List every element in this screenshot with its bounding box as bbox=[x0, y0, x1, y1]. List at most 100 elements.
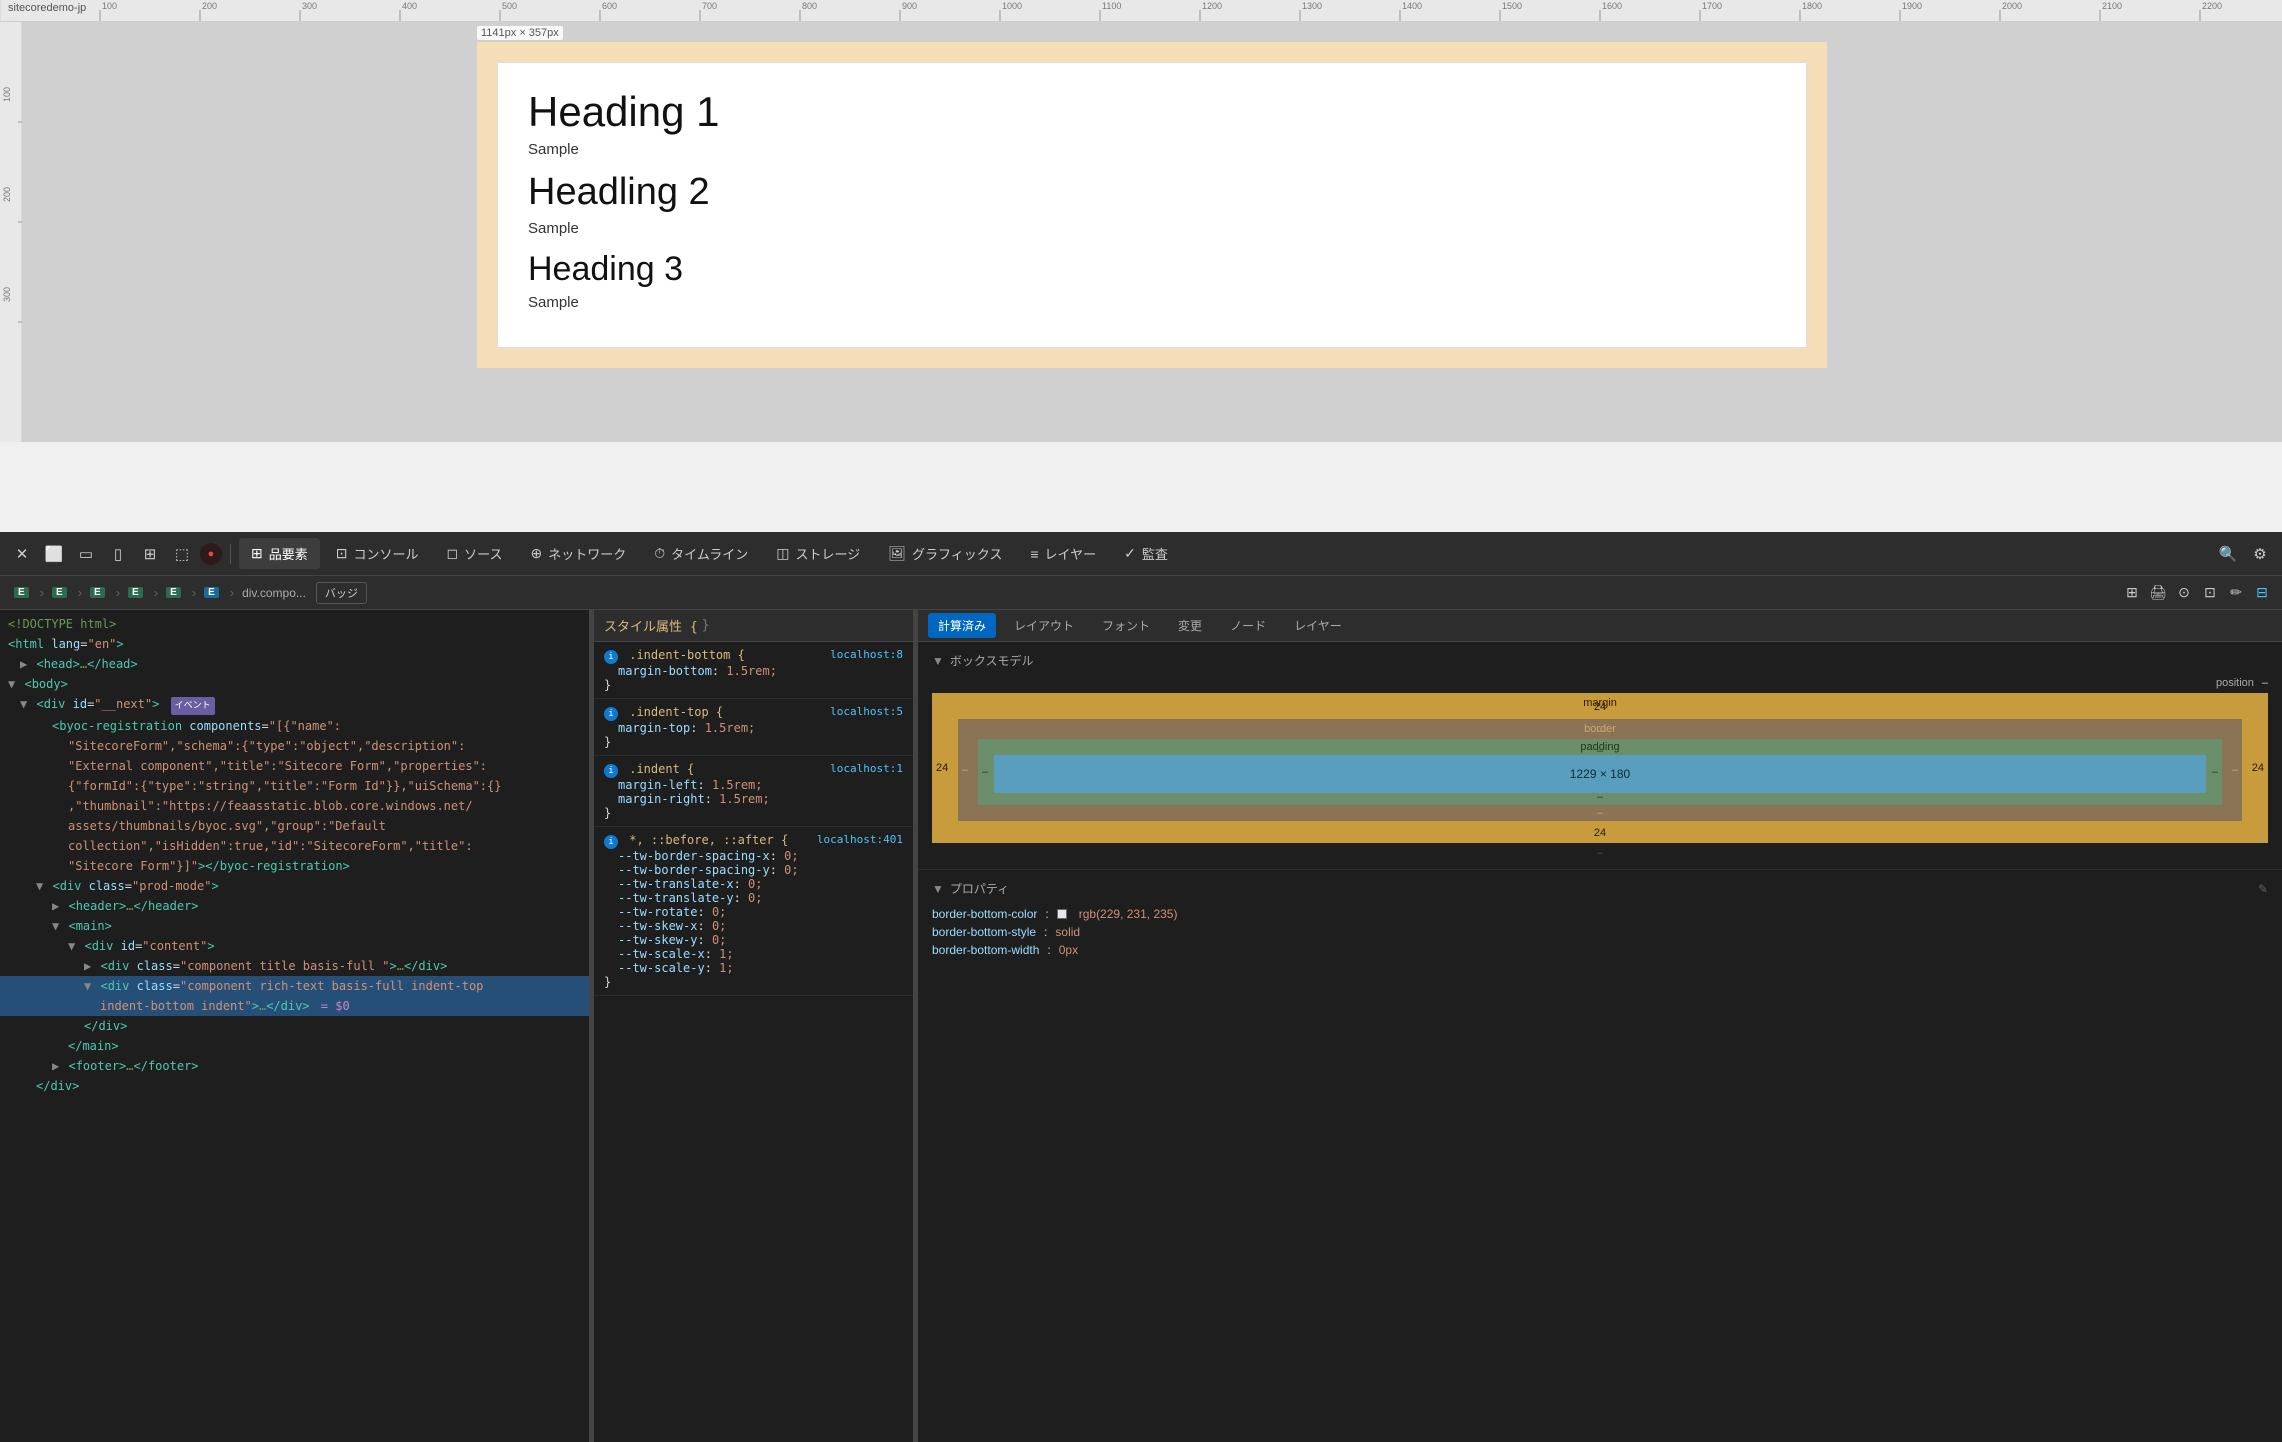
tab-storage[interactable]: ◫ ストレージ bbox=[764, 538, 872, 569]
tab-layers[interactable]: ≡ レイヤー bbox=[1018, 538, 1108, 569]
panel-html[interactable]: <!DOCTYPE html> <html lang="en"> ▶ <head… bbox=[0, 610, 590, 1442]
prop-value-3: 0px bbox=[1059, 943, 1078, 957]
css-selector-4: *, ::before, ::after { bbox=[629, 833, 788, 847]
tab-graphics-label: グラフィックス bbox=[912, 544, 1002, 563]
tab-computed[interactable]: 計算済み bbox=[928, 613, 996, 638]
prop-key-2: border-bottom-style bbox=[932, 925, 1036, 939]
bc-item-6[interactable]: E bbox=[198, 585, 228, 600]
html-line: "SitecoreForm","schema":{"type":"object"… bbox=[0, 736, 589, 756]
html-line: ▼ <div id="content"> bbox=[0, 936, 589, 956]
bc-expand-icon-btn[interactable]: ⊟ bbox=[2250, 581, 2274, 605]
css-source-2[interactable]: localhost:5 bbox=[830, 705, 903, 718]
tab-changes[interactable]: 変更 bbox=[1168, 613, 1212, 638]
panel-css[interactable]: スタイル属性 { } i .indent-bottom { localhost:… bbox=[594, 610, 914, 1442]
device-toggle-button[interactable]: ⊞ bbox=[136, 540, 164, 568]
box-model-label: ボックスモデル bbox=[950, 652, 1034, 669]
devtools-panel: ✕ ⬜ ▭ ▯ ⊞ ⬚ ● ⊞ 品要素 ⊡ コンソール ◻ ソース ⊕ ネットワ… bbox=[0, 532, 2282, 1442]
svg-text:800: 800 bbox=[802, 1, 817, 11]
bc-right-icons: ⊞ 🖨 ⊙ ⊡ ✏ ⊟ bbox=[2120, 581, 2274, 605]
css-info-icon-4: i bbox=[604, 835, 618, 849]
bc-item-1[interactable]: E bbox=[8, 585, 38, 600]
html-line: ▶ <header>…</header> bbox=[0, 896, 589, 916]
tab-sources[interactable]: ◻ ソース bbox=[435, 538, 515, 569]
html-line: "Sitecore Form"}]"></byoc-registration> bbox=[0, 856, 589, 876]
tab-audit[interactable]: ✓ 監査 bbox=[1112, 538, 1180, 569]
props-edit-icon[interactable]: ✎ bbox=[2258, 882, 2268, 896]
html-line: ▼ <body> bbox=[0, 674, 589, 694]
inspector-button[interactable]: ⬚ bbox=[168, 540, 196, 568]
prop-row-2: border-bottom-style : solid bbox=[932, 923, 2268, 941]
tab-fonts[interactable]: フォント bbox=[1092, 613, 1160, 638]
bc-badge-button[interactable]: バッジ bbox=[316, 582, 367, 604]
html-line-selected-2[interactable]: indent-bottom indent">…</div> = $0 bbox=[0, 996, 589, 1016]
padding-left-val: – bbox=[982, 766, 988, 778]
tab-console-label: コンソール bbox=[353, 544, 418, 563]
box-model-section: ▼ ボックスモデル position – margin 24 24 24 bbox=[918, 642, 2282, 870]
bc-item-2[interactable]: E bbox=[46, 585, 76, 600]
tab-layer[interactable]: レイヤー bbox=[1284, 613, 1352, 638]
prop-key-3: border-bottom-width bbox=[932, 943, 1039, 957]
panel-right: 計算済み レイアウト フォント 変更 ノード レイヤー ▼ ボックスモデル po… bbox=[918, 610, 2282, 1442]
svg-text:300: 300 bbox=[2, 287, 12, 302]
svg-text:2100: 2100 bbox=[2102, 1, 2122, 11]
bc-item-3[interactable]: E bbox=[84, 585, 114, 600]
css-source-4[interactable]: localhost:401 bbox=[817, 833, 903, 846]
html-line: {"formId":{"type":"string","title":"Form… bbox=[0, 776, 589, 796]
svg-text:1800: 1800 bbox=[1802, 1, 1822, 11]
settings-button[interactable]: ⚙ bbox=[2246, 540, 2274, 568]
svg-text:1400: 1400 bbox=[1402, 1, 1422, 11]
prop-key-1: border-bottom-color bbox=[932, 907, 1037, 921]
css-selector-3: .indent { bbox=[629, 762, 694, 776]
svg-text:200: 200 bbox=[202, 1, 217, 11]
tab-graphics[interactable]: 🖼 グラフィックス bbox=[876, 538, 1014, 569]
tab-console[interactable]: ⊡ コンソール bbox=[324, 538, 431, 569]
error-badge-button[interactable]: ● bbox=[200, 543, 222, 565]
color-swatch-1[interactable] bbox=[1057, 909, 1067, 919]
bc-item-4[interactable]: E bbox=[122, 585, 152, 600]
undock-button[interactable]: ⬜ bbox=[40, 540, 68, 568]
tab-nodes[interactable]: ノード bbox=[1220, 613, 1276, 638]
dock-side-button[interactable]: ▯ bbox=[104, 540, 132, 568]
padding-top-val: – bbox=[1597, 745, 1603, 757]
tab-elements[interactable]: ⊞ 品要素 bbox=[239, 538, 320, 569]
css-rule-indent-top: i .indent-top { localhost:5 margin-top: … bbox=[594, 699, 913, 756]
bc-divcomp: div.compo... bbox=[236, 584, 312, 602]
audit-icon: ✓ bbox=[1124, 545, 1136, 562]
svg-text:2200: 2200 bbox=[2202, 1, 2222, 11]
viewport-wrapper: 100 200 300 1141px × 357px Heading 1 Sam… bbox=[0, 22, 2282, 442]
html-line: ▼ <div id="__next"> イベント bbox=[0, 694, 589, 716]
css-header-text: スタイル属性 { bbox=[604, 616, 698, 635]
margin-bottom-val: 24 bbox=[1594, 827, 1606, 839]
dock-bottom-button[interactable]: ▭ bbox=[72, 540, 100, 568]
console-icon: ⊡ bbox=[336, 545, 348, 562]
bc-dots-icon-btn[interactable]: ⊙ bbox=[2172, 581, 2196, 605]
html-line-selected[interactable]: ▼ <div class="component rich-text basis-… bbox=[0, 976, 589, 996]
svg-text:1500: 1500 bbox=[1502, 1, 1522, 11]
bc-print-icon-btn[interactable]: 🖨 bbox=[2146, 581, 2170, 605]
properties-title: ▼ プロパティ ✎ bbox=[932, 880, 2268, 897]
html-line: ▶ <div class="component title basis-full… bbox=[0, 956, 589, 976]
css-source[interactable]: localhost:8 bbox=[830, 648, 903, 661]
svg-text:2000: 2000 bbox=[2002, 1, 2022, 11]
tab-timeline-label: タイムライン bbox=[671, 544, 748, 563]
props-collapse-arrow[interactable]: ▼ bbox=[932, 882, 944, 896]
page-sample-1: Sample bbox=[528, 141, 1776, 158]
tab-network[interactable]: ⊕ ネットワーク bbox=[518, 538, 638, 569]
bm-collapse-arrow[interactable]: ▼ bbox=[932, 654, 944, 668]
margin-right-val: 24 bbox=[2252, 762, 2264, 774]
css-source-3[interactable]: localhost:1 bbox=[830, 762, 903, 775]
ruler-top: sitecoredemo-jp // will draw via JS belo… bbox=[0, 0, 2282, 22]
page-frame: Heading 1 Sample Headling 2 Sample Headi… bbox=[477, 42, 1827, 368]
tab-timeline[interactable]: ⏱ タイムライン bbox=[642, 538, 760, 569]
svg-text:200: 200 bbox=[2, 187, 12, 202]
svg-text:1700: 1700 bbox=[1702, 1, 1722, 11]
bc-grid2-icon-btn[interactable]: ⊡ bbox=[2198, 581, 2222, 605]
html-line: ▶ <footer>…</footer> bbox=[0, 1056, 589, 1076]
tab-layout[interactable]: レイアウト bbox=[1004, 613, 1084, 638]
bc-item-5[interactable]: E bbox=[160, 585, 190, 600]
search-button[interactable]: 🔍 bbox=[2214, 540, 2242, 568]
bc-grid-icon-btn[interactable]: ⊞ bbox=[2120, 581, 2144, 605]
close-devtools-button[interactable]: ✕ bbox=[8, 540, 36, 568]
bc-pencil-icon-btn[interactable]: ✏ bbox=[2224, 581, 2248, 605]
elements-icon: ⊞ bbox=[251, 545, 263, 562]
